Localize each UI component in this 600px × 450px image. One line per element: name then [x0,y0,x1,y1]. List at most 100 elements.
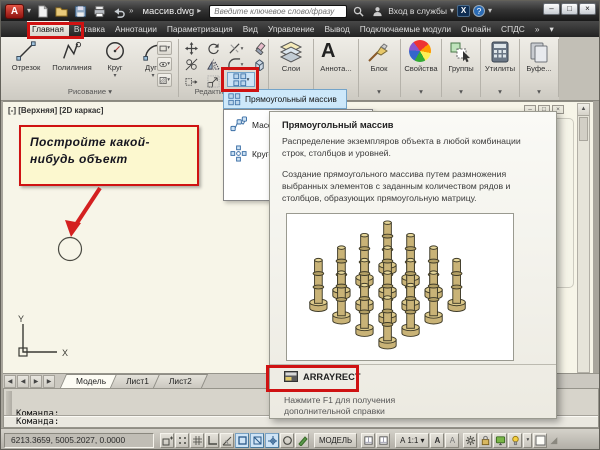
layers-icon[interactable] [278,40,304,64]
status-menu-icon[interactable]: ▾ [523,433,532,448]
copy-button[interactable] [183,57,200,72]
chevron-down-icon[interactable]: ▾ [97,72,133,79]
command-window-grip[interactable] [6,391,12,417]
restore-button[interactable]: □ [561,3,578,15]
first-layout-icon[interactable]: ◀ [4,375,16,388]
utilities-calculator-icon[interactable] [488,40,512,64]
block-icon[interactable] [366,40,390,64]
tab-view[interactable]: Вид [238,21,263,37]
last-layout-icon[interactable]: ▶ [43,375,55,388]
panel-clipboard-label[interactable]: Буфе... [520,64,558,73]
annotation-icon[interactable]: А [321,40,335,62]
grid-toggle[interactable] [190,433,204,448]
tab-output[interactable]: Вывод [319,21,354,37]
annotation-scale-button[interactable]: А 1:1 ▾ [395,433,429,448]
tab-manage[interactable]: Управление [263,21,320,37]
tab-parametric[interactable]: Параметризация [162,21,238,37]
app-menu-arrow-icon[interactable]: ▾ [27,6,31,16]
annotation-autoscale-button[interactable]: А [445,433,459,448]
lock-ui-button[interactable] [478,433,492,448]
search-button[interactable] [350,4,366,19]
drawn-circle-object[interactable] [59,238,82,261]
open-file-button[interactable] [53,4,69,19]
properties-colorwheel-icon[interactable] [409,40,431,62]
new-file-button[interactable] [34,4,50,19]
minimize-button[interactable]: – [543,3,560,15]
object-tracking-toggle[interactable] [265,433,279,448]
panel-properties-flyout[interactable]: ▾ [401,87,441,96]
panel-properties-label[interactable]: Свойства [401,64,441,73]
prev-layout-icon[interactable]: ◀ [17,375,29,388]
scrollbar-thumb[interactable] [579,117,588,141]
annotation-visibility-button[interactable]: А [430,433,444,448]
coordinates-readout[interactable]: 6213.3659, 5005.2027, 0.0000 [4,433,154,448]
quick-view-drawings-button[interactable] [376,433,390,448]
panel-annotate-label[interactable]: Аннота... [314,64,358,73]
viewport-label[interactable]: [-] [Верхняя] [2D каркас] [8,106,103,115]
3d-tool-button[interactable] [251,57,268,72]
ortho-toggle[interactable] [205,433,219,448]
rotate-button[interactable] [205,41,222,56]
tab-layout2[interactable]: Лист2 [156,374,205,388]
help-button[interactable]: ? [473,5,485,17]
tab-insert[interactable]: Вставка [69,21,110,37]
draw-tool-line[interactable]: Отрезок [5,40,47,72]
app-menu-button[interactable]: A [5,4,24,19]
save-button[interactable] [72,4,88,19]
polar-tracking-toggle[interactable] [220,433,234,448]
ribbon-state-arrow-icon[interactable]: ▾ [544,21,558,37]
draw-tool-circle[interactable]: Круг ▾ [97,40,133,79]
tab-online[interactable]: Онлайн [456,21,496,37]
object-snap-toggle[interactable] [235,433,249,448]
help-arrow-icon[interactable]: ▾ [488,6,492,16]
exchange-apps-button[interactable]: X [457,5,470,17]
tab-annotate[interactable]: Аннотации [110,21,162,37]
vertical-scrollbar[interactable]: ▲ [577,103,590,373]
snap-toggle[interactable] [175,433,189,448]
workspace-switch-button[interactable] [463,433,477,448]
hatch-tool-button[interactable]: ▾ [157,73,172,87]
quick-view-layouts-button[interactable] [361,433,375,448]
search-input[interactable] [209,5,347,18]
panel-clipboard-flyout[interactable]: ▾ [520,87,558,96]
groups-icon[interactable] [449,40,473,64]
plot-button[interactable] [91,4,107,19]
signin-arrow-icon[interactable]: ▾ [450,6,454,16]
mirror-button[interactable] [205,57,222,72]
signin-label[interactable]: Вход в службы [388,6,447,16]
dynamic-input-toggle[interactable] [295,433,309,448]
panel-utilities-label[interactable]: Утилиты [481,64,519,73]
erase-button[interactable] [251,41,268,56]
trim-button[interactable]: ▾ [227,41,244,56]
undo-button[interactable] [110,4,126,19]
model-space-button[interactable]: МОДЕЛЬ [314,433,357,448]
resize-grip-icon[interactable]: ◢ [550,435,557,446]
panel-block-label[interactable]: Блок [359,64,399,73]
clean-screen-button[interactable] [533,433,547,448]
tab-spds[interactable]: СПДС [496,21,530,37]
tab-home[interactable]: Главная [27,21,69,37]
signin-button[interactable] [369,4,385,19]
object-snap-3d-toggle[interactable] [250,433,264,448]
panel-draw-label[interactable]: Рисование ▾ [3,87,177,96]
panel-block-flyout[interactable]: ▾ [359,87,399,96]
hardware-acceleration-button[interactable] [493,433,507,448]
next-layout-icon[interactable]: ▶ [30,375,42,388]
rectangle-tool-button[interactable]: ▾ [157,41,172,55]
infer-constraints-toggle[interactable] [160,433,174,448]
qat-overflow-icon[interactable]: » [129,6,133,16]
array-split-button[interactable]: ▾ [227,72,255,87]
panel-groups-label[interactable]: Группы [442,64,480,73]
tab-plugins[interactable]: Подключаемые модули [355,21,456,37]
isolate-objects-button[interactable] [508,433,522,448]
draw-tool-polyline[interactable]: Полилиния [49,40,95,72]
panel-layers-label[interactable]: Слои [269,64,313,73]
ellipse-tool-button[interactable]: ▾ [157,57,172,71]
menu-item-rectangular-array[interactable]: Прямоугольный массив [223,89,347,109]
panel-groups-flyout[interactable]: ▾ [442,87,480,96]
move-button[interactable] [183,41,200,56]
close-button[interactable]: × [579,3,596,15]
clipboard-icon[interactable] [527,40,551,64]
scroll-up-icon[interactable]: ▲ [578,104,589,116]
panel-utilities-flyout[interactable]: ▾ [481,87,519,96]
